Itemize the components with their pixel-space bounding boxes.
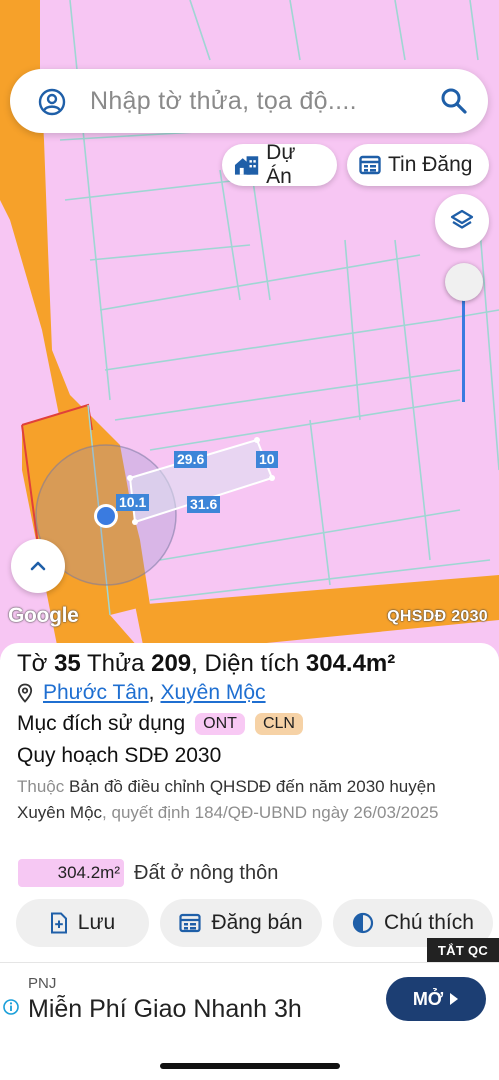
chevron-up-icon bbox=[30, 561, 46, 571]
home-indicator[interactable] bbox=[160, 1063, 340, 1069]
area-value: 304.4m² bbox=[305, 650, 396, 677]
plan-title: Quy hoạch SDĐ 2030 bbox=[17, 744, 222, 767]
contrast-icon bbox=[352, 912, 374, 934]
post-sale-label: Đăng bán bbox=[211, 911, 303, 934]
thua-number: 209 bbox=[151, 650, 192, 677]
tin-dang-button[interactable]: Tin Đăng bbox=[347, 144, 489, 186]
opacity-slider-handle[interactable] bbox=[445, 263, 483, 301]
location-pin-icon bbox=[17, 683, 33, 703]
legend-label: Chú thích bbox=[384, 911, 474, 934]
dimension-label: 29.6 bbox=[174, 451, 208, 468]
layer-label: QHSDĐ 2030 bbox=[387, 608, 488, 625]
area-label: , Diện tích bbox=[191, 650, 300, 677]
parcel-title: Tờ 35 Thửa 209, Diện tích 304.4m² bbox=[17, 650, 395, 678]
purpose-tag-ont: ONT bbox=[195, 713, 245, 735]
du-an-button[interactable]: Dự Án bbox=[222, 141, 337, 188]
purpose-label: Mục đích sử dụng bbox=[17, 712, 186, 735]
dimension-label: 10.1 bbox=[116, 494, 150, 511]
du-an-label: Dự Án bbox=[266, 141, 296, 188]
ward-link[interactable]: Phước Tân bbox=[43, 681, 149, 705]
map-view[interactable]: 29.6 10 10.1 31.6 Nhập tờ thửa, tọa độ..… bbox=[0, 0, 499, 660]
desc-suffix: , quyết định 184/QĐ-UBND ngày 26/03/2025 bbox=[102, 803, 439, 822]
plan-description: Thuộc Bản đồ điều chỉnh QHSDĐ đến năm 20… bbox=[17, 774, 487, 826]
tin-dang-label: Tin Đăng bbox=[388, 153, 473, 176]
purpose-row: Mục đích sử dụng ONT CLN bbox=[17, 712, 303, 736]
play-arrow-icon bbox=[450, 993, 459, 1005]
account-icon[interactable] bbox=[38, 88, 66, 116]
layers-icon bbox=[450, 209, 474, 229]
thua-label: Thửa bbox=[87, 650, 145, 677]
ad-brand: PNJ bbox=[28, 975, 57, 992]
desc-prefix: Thuộc bbox=[17, 777, 65, 796]
save-button[interactable]: Lưu bbox=[16, 899, 149, 947]
expand-button[interactable] bbox=[11, 539, 65, 593]
dimension-label: 31.6 bbox=[187, 496, 221, 513]
purpose-tag-cln: CLN bbox=[254, 713, 303, 735]
ad-banner[interactable]: PNJ Miễn Phí Giao Nhanh 3h MỞ bbox=[0, 962, 499, 1038]
add-file-icon bbox=[50, 912, 67, 934]
location-row: Phước Tân, Xuyên Mộc bbox=[17, 681, 266, 705]
ad-open-label: MỞ bbox=[412, 988, 444, 1009]
save-label: Lưu bbox=[77, 911, 116, 934]
layers-button[interactable] bbox=[435, 194, 489, 248]
app-root: 29.6 10 10.1 31.6 Nhập tờ thửa, tọa độ..… bbox=[0, 0, 499, 1080]
google-logo: Google bbox=[8, 604, 79, 627]
listings-icon bbox=[359, 155, 381, 175]
search-icon[interactable] bbox=[440, 87, 468, 115]
dimension-label: 10 bbox=[256, 451, 278, 468]
search-input[interactable]: Nhập tờ thửa, tọa độ.... bbox=[90, 87, 357, 116]
zone-area-row: 304.2m² Đất ở nông thôn bbox=[18, 859, 278, 887]
info-icon[interactable] bbox=[3, 999, 19, 1015]
close-ad-button[interactable]: TẮT QC bbox=[427, 938, 499, 962]
district-link[interactable]: Xuyên Mộc bbox=[161, 681, 266, 705]
ad-headline: Miễn Phí Giao Nhanh 3h bbox=[28, 995, 302, 1023]
to-label: Tờ bbox=[17, 650, 48, 677]
post-sale-button[interactable]: Đăng bán bbox=[160, 899, 322, 947]
zone-name: Đất ở nông thôn bbox=[134, 861, 279, 884]
ad-open-button[interactable]: MỞ bbox=[386, 977, 486, 1021]
to-number: 35 bbox=[54, 650, 81, 677]
buildings-icon bbox=[234, 156, 259, 175]
listings-icon bbox=[179, 913, 202, 933]
zone-area-value: 304.2m² bbox=[18, 859, 124, 887]
search-bar[interactable]: Nhập tờ thửa, tọa độ.... bbox=[10, 69, 488, 133]
